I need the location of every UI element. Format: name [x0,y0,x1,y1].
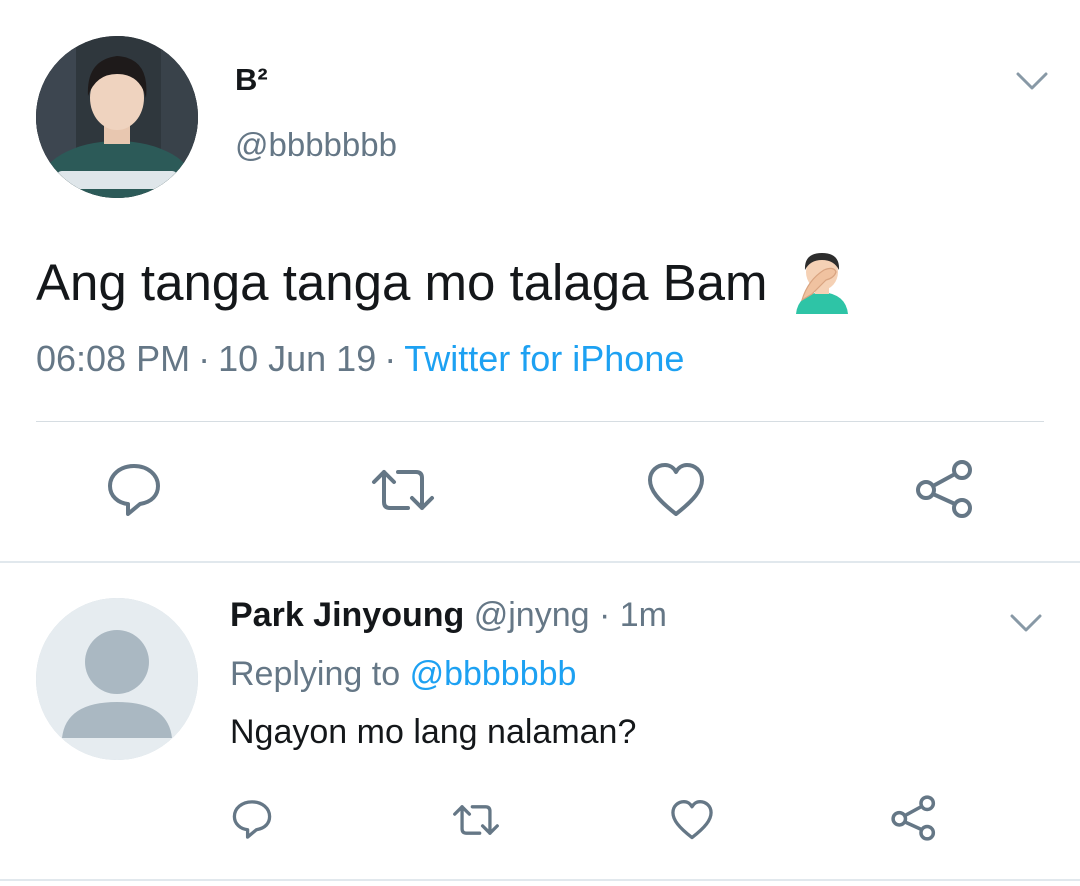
share-icon[interactable] [890,794,938,842]
tweet-date: 10 Jun 19 [218,338,377,379]
reply-header: Park Jinyoung @jnyng · 1m [230,596,667,635]
tweet-text: Ang tanga tanga mo talaga Bam [36,253,768,311]
separator: · [198,338,211,379]
chevron-down-icon[interactable] [1008,608,1044,638]
tweet-meta: 06:08 PM · 10 Jun 19 · Twitter for iPhone [36,338,684,380]
chevron-down-icon[interactable] [1014,66,1050,96]
display-name[interactable]: B² [235,62,268,98]
divider [36,421,1044,422]
avatar[interactable] [36,598,198,760]
man-facepalming-emoji [790,250,854,314]
reply-age: 1m [619,596,667,634]
reply-text: Ngayon mo lang nalaman? [230,713,637,751]
replying-to-mention[interactable]: @bbbbbbb [410,655,577,693]
retweet-icon[interactable] [450,798,502,842]
reply-handle[interactable]: @jnyng [474,596,590,634]
tweet-source-link[interactable]: Twitter for iPhone [404,338,684,379]
divider [0,879,1080,881]
retweet-icon[interactable] [368,460,438,520]
handle[interactable]: @bbbbbbb [235,126,397,164]
replying-to-label: Replying to [230,655,401,693]
share-icon[interactable] [914,458,976,520]
avatar-photo [36,36,198,198]
tweet-text-row: Ang tanga tanga mo talaga Bam [36,250,854,314]
avatar[interactable] [36,36,198,198]
reply-display-name[interactable]: Park Jinyoung [230,596,464,634]
divider [0,561,1080,563]
like-icon[interactable] [646,460,706,520]
like-icon[interactable] [670,798,714,842]
replying-to: Replying to @bbbbbbb [230,655,576,694]
reply-icon[interactable] [230,796,274,840]
separator: · [384,338,397,379]
separator: · [598,596,611,634]
reply-icon[interactable] [104,458,164,518]
tweet-time: 06:08 PM [36,338,191,379]
default-avatar-icon [36,598,198,760]
